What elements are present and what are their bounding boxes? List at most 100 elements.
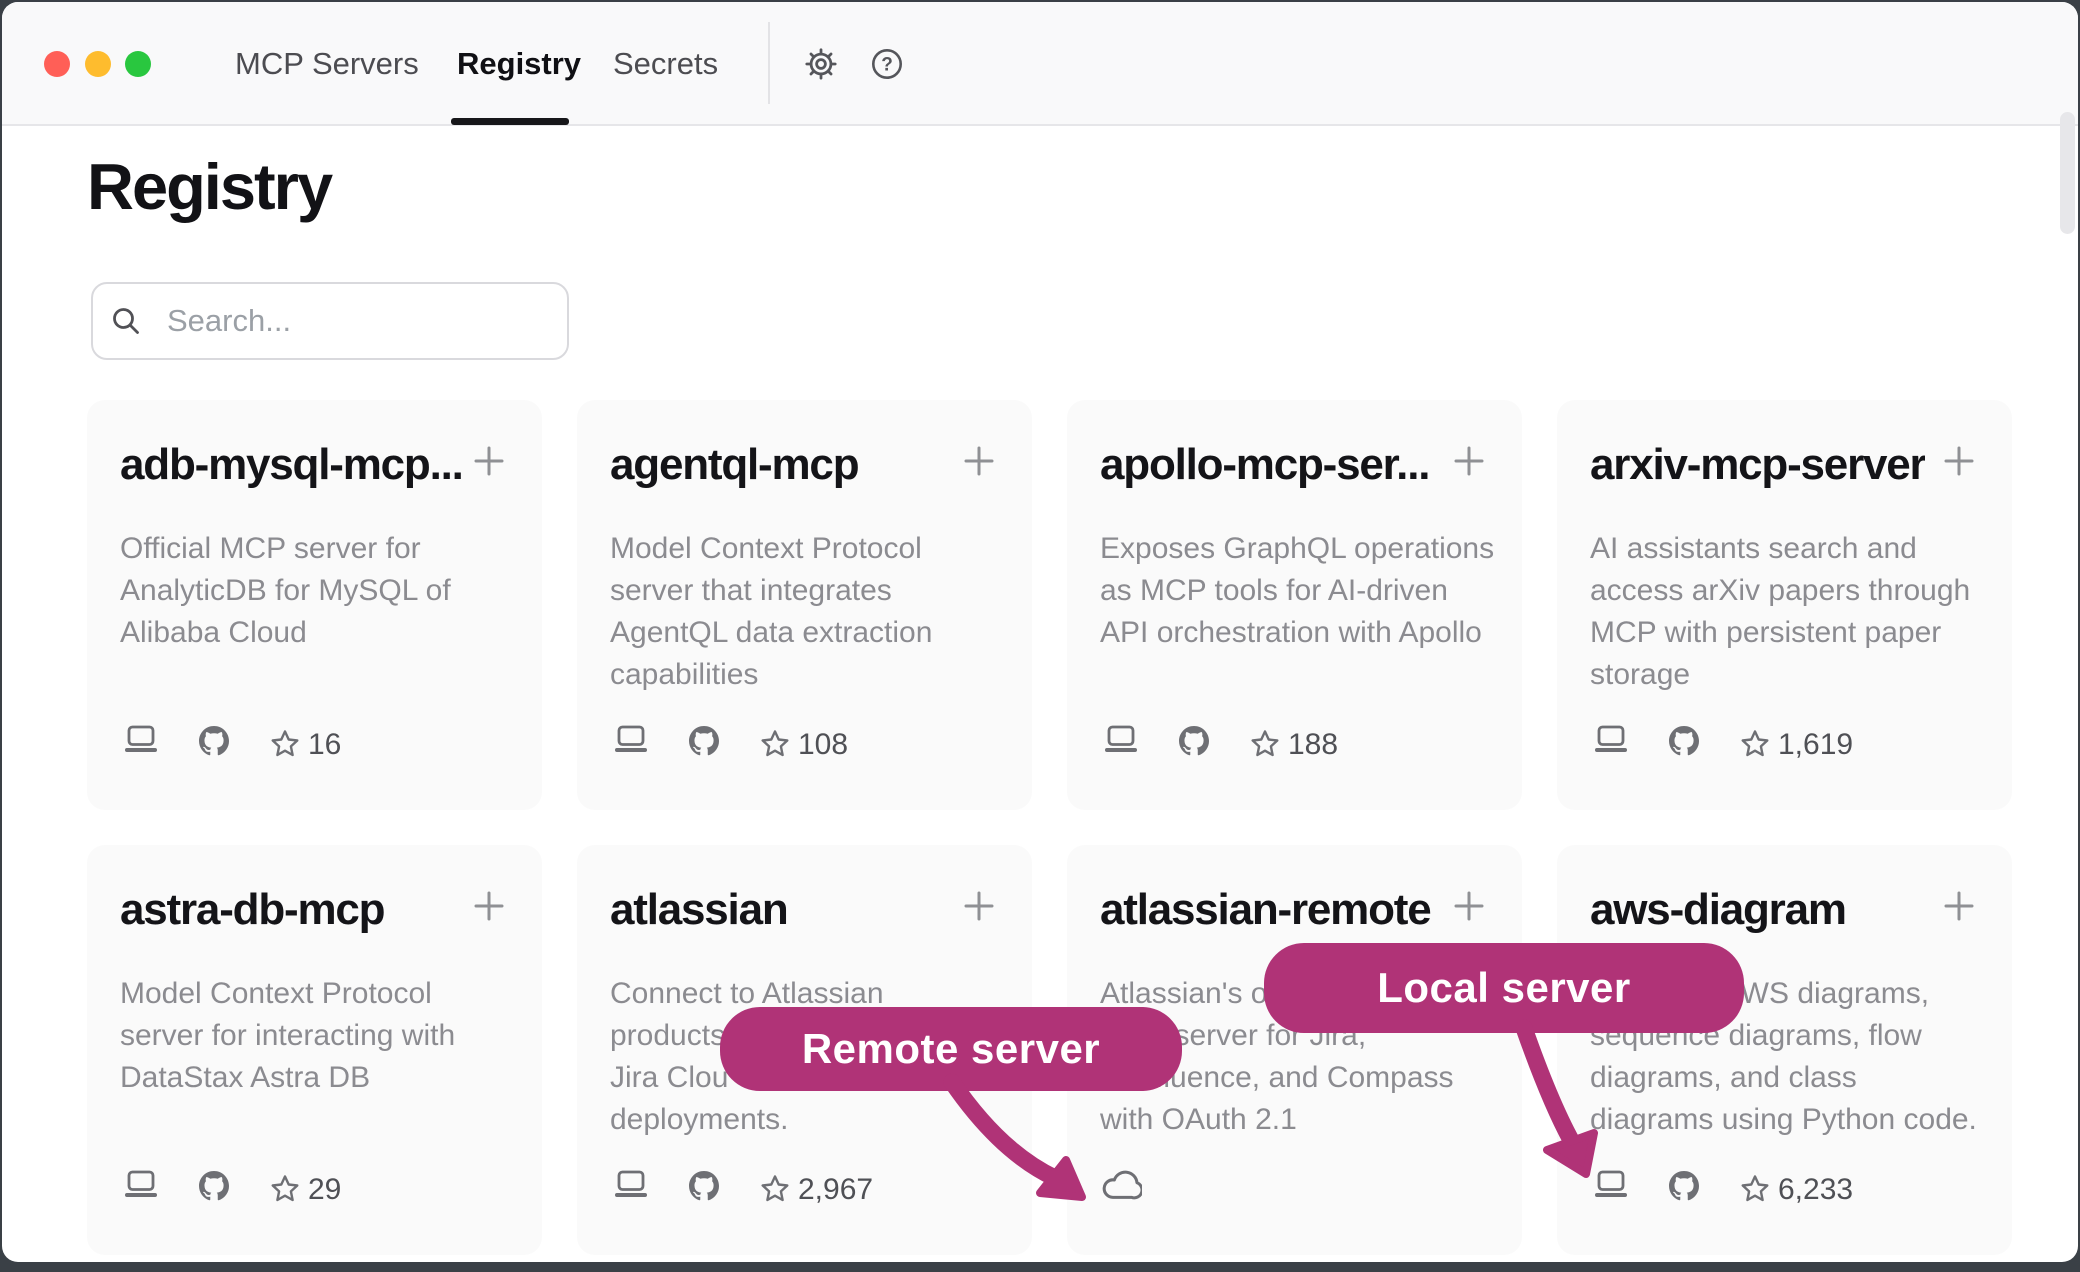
minimize-window-button[interactable] [85, 51, 111, 77]
star-icon [270, 1174, 300, 1208]
tab-mcp-servers[interactable]: MCP Servers [235, 47, 419, 81]
card-description: Official MCP server for AnalyticDB for M… [120, 528, 451, 654]
star-icon [760, 729, 790, 763]
server-card[interactable]: agentql-mcp Model Context Protocol serve… [577, 400, 1032, 810]
star-icon [1740, 1174, 1770, 1208]
add-server-button[interactable] [962, 444, 996, 478]
star-count: 16 [308, 728, 341, 762]
card-title: atlassian-remote [1100, 885, 1431, 935]
star-count: 1,619 [1778, 728, 1853, 762]
help-icon[interactable]: ? [871, 48, 903, 80]
active-tab-indicator [451, 118, 569, 125]
card-description-line: deployments. [610, 1099, 884, 1141]
add-server-button[interactable] [472, 444, 506, 478]
add-server-button[interactable] [1942, 889, 1976, 923]
card-title: adb-mysql-mcp... [120, 440, 463, 490]
card-title: astra-db-mcp [120, 885, 384, 935]
card-description: AI assistants search and access arXiv pa… [1590, 528, 1970, 696]
card-description-line: Official MCP server for [120, 528, 451, 570]
server-card[interactable]: adb-mysql-mcp... Official MCP server for… [87, 400, 542, 810]
close-window-button[interactable] [44, 51, 70, 77]
card-description-line: MCP with persistent paper [1590, 612, 1970, 654]
laptop-icon [123, 724, 159, 761]
card-description-line: AgentQL data extraction [610, 612, 932, 654]
laptop-icon [1593, 724, 1629, 761]
search-icon [110, 305, 142, 342]
remote-server-callout: Remote server [720, 1007, 1182, 1091]
server-card[interactable]: astra-db-mcp Model Context Protocol serv… [87, 845, 542, 1255]
titlebar: MCP Servers Registry Secrets [2, 2, 2078, 126]
card-description-line: access arXiv papers through [1590, 570, 1970, 612]
card-description-line: as MCP tools for AI-driven [1100, 570, 1494, 612]
star-icon [270, 729, 300, 763]
card-description: Model Context Protocol server that integ… [610, 528, 932, 696]
server-card[interactable]: aws-diagram Generate AWS diagrams, seque… [1557, 845, 2012, 1255]
card-title: aws-diagram [1590, 885, 1846, 935]
add-server-button[interactable] [1452, 889, 1486, 923]
star-count: 2,967 [798, 1173, 873, 1207]
github-icon [199, 726, 229, 761]
card-description-line: server that integrates [610, 570, 932, 612]
cloud-icon [1100, 1167, 1142, 1207]
card-description: Exposes GraphQL operations as MCP tools … [1100, 528, 1494, 654]
local-server-callout-label: Local server [1377, 964, 1631, 1012]
search-input[interactable] [91, 282, 569, 360]
card-description-line: with OAuth 2.1 [1100, 1099, 1454, 1141]
screen: { "colors": { "accent": "#b03377", "back… [0, 0, 2080, 1272]
laptop-icon [613, 1169, 649, 1206]
server-card[interactable]: arxiv-mcp-server AI assistants search an… [1557, 400, 2012, 810]
laptop-icon [613, 724, 649, 761]
app-window: MCP Servers Registry Secrets [2, 2, 2078, 1262]
card-description-line: capabilities [610, 654, 932, 696]
server-card[interactable]: apollo-mcp-ser... Exposes GraphQL operat… [1067, 400, 1522, 810]
star-count: 188 [1288, 728, 1338, 762]
card-description-line: server for interacting with [120, 1015, 455, 1057]
page-title: Registry [87, 149, 331, 224]
vertical-scrollbar[interactable] [2060, 112, 2075, 234]
card-description-line: diagrams, and class [1590, 1057, 1977, 1099]
github-icon [199, 1171, 229, 1206]
github-icon [1179, 726, 1209, 761]
star-count: 6,233 [1778, 1173, 1853, 1207]
card-description: Model Context Protocol server for intera… [120, 973, 455, 1099]
card-description-line: Exposes GraphQL operations [1100, 528, 1494, 570]
card-description-line: Model Context Protocol [610, 528, 932, 570]
github-icon [689, 1171, 719, 1206]
card-description-line: AnalyticDB for MySQL of [120, 570, 451, 612]
github-icon [1669, 726, 1699, 761]
add-server-button[interactable] [962, 889, 996, 923]
add-server-button[interactable] [472, 889, 506, 923]
settings-gear-icon[interactable] [805, 48, 837, 80]
tab-registry[interactable]: Registry [457, 47, 581, 81]
card-title: atlassian [610, 885, 788, 935]
add-server-button[interactable] [1942, 444, 1976, 478]
titlebar-divider [768, 22, 770, 104]
star-count: 108 [798, 728, 848, 762]
search-box [91, 282, 569, 360]
github-icon [1669, 1171, 1699, 1206]
card-description-line: API orchestration with Apollo [1100, 612, 1494, 654]
svg-text:?: ? [881, 55, 893, 76]
laptop-icon [123, 1169, 159, 1206]
card-description-line: AI assistants search and [1590, 528, 1970, 570]
star-count: 29 [308, 1173, 341, 1207]
card-description-line: Alibaba Cloud [120, 612, 451, 654]
card-description-line: DataStax Astra DB [120, 1057, 455, 1099]
card-description-line: diagrams using Python code. [1590, 1099, 1977, 1141]
card-title: apollo-mcp-ser... [1100, 440, 1429, 490]
card-description-line: Model Context Protocol [120, 973, 455, 1015]
laptop-icon [1103, 724, 1139, 761]
add-server-button[interactable] [1452, 444, 1486, 478]
remote-server-callout-label: Remote server [802, 1025, 1100, 1073]
star-icon [1740, 729, 1770, 763]
tab-secrets[interactable]: Secrets [613, 47, 718, 81]
card-title: arxiv-mcp-server [1590, 440, 1925, 490]
star-icon [760, 1174, 790, 1208]
local-server-callout: Local server [1264, 943, 1744, 1033]
card-title: agentql-mcp [610, 440, 858, 490]
zoom-window-button[interactable] [125, 51, 151, 77]
card-description-line: storage [1590, 654, 1970, 696]
laptop-icon [1593, 1169, 1629, 1206]
github-icon [689, 726, 719, 761]
star-icon [1250, 729, 1280, 763]
